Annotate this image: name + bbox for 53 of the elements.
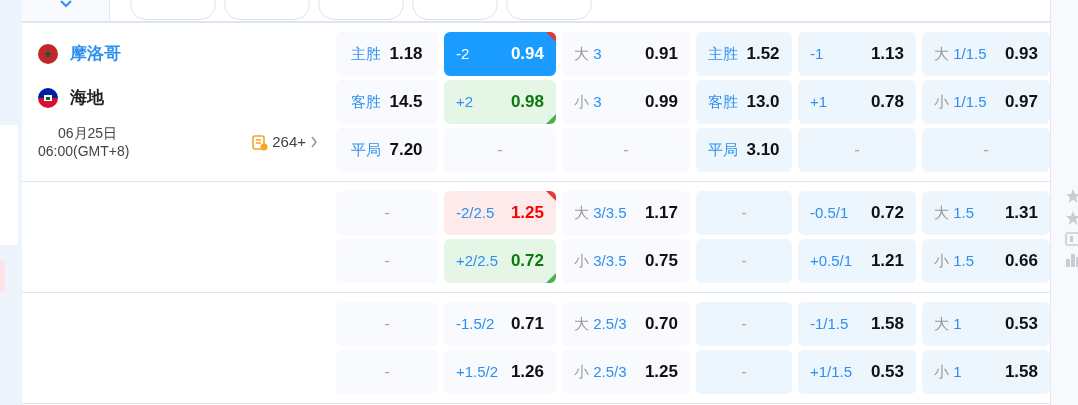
odds-cell: - bbox=[798, 128, 916, 172]
match-date: 06月25日 bbox=[57, 124, 118, 142]
star-icon[interactable] bbox=[1065, 210, 1078, 226]
odds-cell: - bbox=[922, 128, 1050, 172]
odds-button[interactable]: -1 1.13 bbox=[798, 32, 916, 76]
odds-button[interactable]: 平局 3.10 bbox=[696, 128, 792, 172]
team-name[interactable]: 海地 bbox=[70, 85, 104, 111]
odds-button[interactable]: -0.5/1 0.72 bbox=[798, 191, 916, 235]
odds-button[interactable]: 小 1.5 0.66 bbox=[922, 239, 1050, 283]
odds-button[interactable]: 小 2.5/3 1.25 bbox=[562, 350, 690, 394]
odds-cell: - bbox=[336, 191, 438, 235]
odds-button[interactable]: 大 1/1.5 0.93 bbox=[922, 32, 1050, 76]
odds-cell: - bbox=[696, 191, 792, 235]
odds-button[interactable]: 大 3/3.5 1.17 bbox=[562, 191, 690, 235]
odds-button[interactable]: +2 0.98 bbox=[444, 80, 556, 124]
odds-cell: - bbox=[696, 239, 792, 283]
odds-cell: - bbox=[696, 350, 792, 394]
odds-button[interactable]: +0.5/1 1.21 bbox=[798, 239, 916, 283]
coins-icon bbox=[252, 133, 269, 151]
odds-button[interactable]: 小 3/3.5 0.75 bbox=[562, 239, 690, 283]
odds-button[interactable]: 大 1 0.53 bbox=[922, 302, 1050, 346]
odds-button[interactable]: 客胜 14.5 bbox=[336, 80, 438, 124]
odds-cell: - bbox=[562, 128, 690, 172]
flag-icon bbox=[38, 44, 58, 64]
odds-cell: - bbox=[336, 350, 438, 394]
chevron-down-icon[interactable] bbox=[58, 0, 73, 10]
markets-count[interactable]: 264+ bbox=[272, 130, 306, 154]
odds-button[interactable]: 小 3 0.99 bbox=[562, 80, 690, 124]
odds-button[interactable]: -1.5/2 0.71 bbox=[444, 302, 556, 346]
chevron-right-icon[interactable] bbox=[310, 136, 318, 148]
match-time: 06:00(GMT+8) bbox=[38, 142, 130, 160]
odds-cell: - bbox=[444, 128, 556, 172]
star-icon[interactable] bbox=[1065, 188, 1078, 204]
odds-button[interactable]: +1 0.78 bbox=[798, 80, 916, 124]
odds-cell: - bbox=[336, 239, 438, 283]
odds-button[interactable]: 平局 7.20 bbox=[336, 128, 438, 172]
odds-button[interactable]: 小 1/1.5 0.97 bbox=[922, 80, 1050, 124]
odds-button[interactable]: 主胜 1.52 bbox=[696, 32, 792, 76]
flag-icon bbox=[38, 88, 58, 108]
odds-button[interactable]: 主胜 1.18 bbox=[336, 32, 438, 76]
odds-button[interactable]: 大 1.5 1.31 bbox=[922, 191, 1050, 235]
odds-cell: - bbox=[336, 302, 438, 346]
odds-button[interactable]: 大 2.5/3 0.70 bbox=[562, 302, 690, 346]
odds-button[interactable]: 大 3 0.91 bbox=[562, 32, 690, 76]
odds-cell: - bbox=[696, 302, 792, 346]
odds-button[interactable]: 小 1 1.58 bbox=[922, 350, 1050, 394]
scoreboard-icon[interactable] bbox=[1065, 232, 1078, 246]
odds-button[interactable]: 客胜 13.0 bbox=[696, 80, 792, 124]
odds-button[interactable]: +1/1.5 0.53 bbox=[798, 350, 916, 394]
odds-button[interactable]: +2/2.5 0.72 bbox=[444, 239, 556, 283]
odds-button[interactable]: +1.5/2 1.26 bbox=[444, 350, 556, 394]
bar-chart-icon[interactable] bbox=[1065, 252, 1078, 268]
odds-button[interactable]: -1/1.5 1.58 bbox=[798, 302, 916, 346]
